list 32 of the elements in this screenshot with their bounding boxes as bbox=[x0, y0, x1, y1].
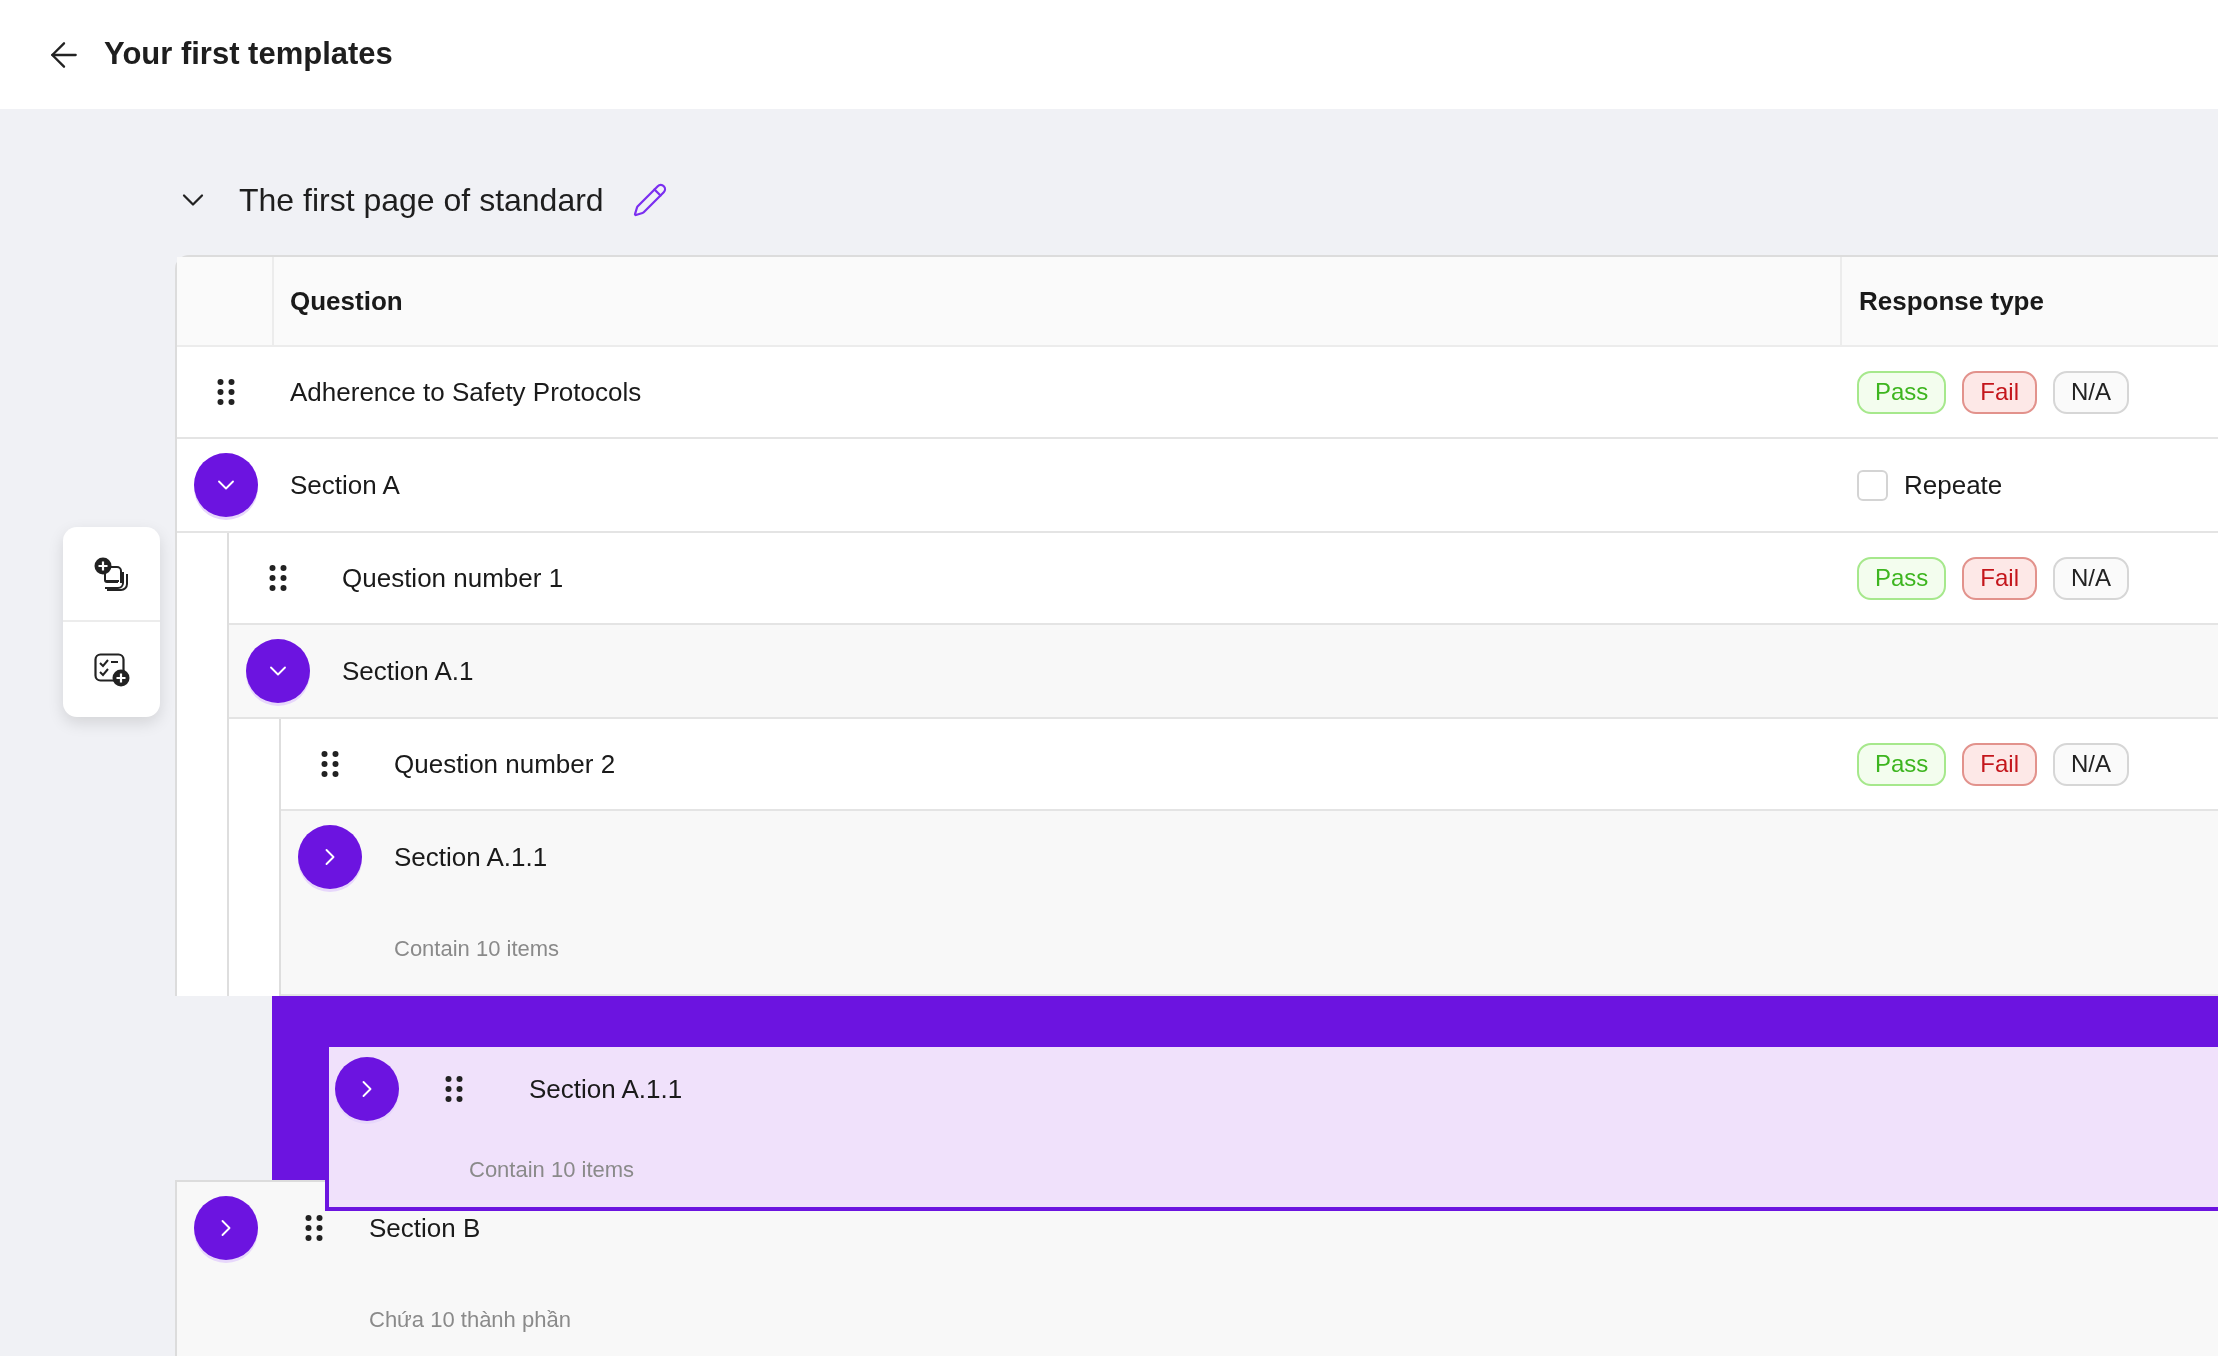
question-text: Adherence to Safety Protocols bbox=[290, 375, 642, 409]
response-chip[interactable]: Fail bbox=[1962, 742, 2038, 786]
page-title: Your first templates bbox=[104, 35, 393, 74]
column-header: Response type bbox=[1859, 284, 2044, 318]
response-chip[interactable]: Fail bbox=[1962, 370, 2038, 414]
drag-handle-icon[interactable] bbox=[268, 564, 287, 592]
expand-toggle[interactable] bbox=[335, 1057, 399, 1121]
response-chip[interactable]: N/A bbox=[2053, 742, 2130, 786]
column-header: Question bbox=[290, 284, 403, 318]
response-chip[interactable]: N/A bbox=[2053, 556, 2130, 600]
checklist-plus-icon bbox=[93, 652, 130, 687]
section-title: Section A.1.1 bbox=[528, 1072, 683, 1106]
response-chip[interactable]: Fail bbox=[1962, 556, 2038, 600]
item-count: Contain 10 items bbox=[469, 1155, 635, 1184]
checkbox[interactable] bbox=[1857, 469, 1888, 501]
item-count: Chứa 10 thành phần bbox=[369, 1306, 571, 1334]
section-title: Section A.1 bbox=[342, 654, 474, 688]
response-chip[interactable]: N/A bbox=[2053, 370, 2130, 414]
drag-handle-icon[interactable] bbox=[305, 1214, 323, 1242]
pencil-icon[interactable] bbox=[631, 182, 668, 218]
stacked-pages-plus-icon bbox=[92, 556, 131, 591]
drag-handle-icon[interactable] bbox=[216, 378, 235, 406]
drag-handle-icon[interactable] bbox=[445, 1075, 463, 1103]
section-title: Section B bbox=[369, 1211, 481, 1245]
section-title: Section A.1.1 bbox=[394, 840, 548, 874]
drag-handle-icon[interactable] bbox=[320, 750, 339, 778]
section-title: Section A bbox=[290, 468, 400, 502]
item-count: Contain 10 items bbox=[394, 935, 560, 963]
section-page-title: The first page of standard bbox=[239, 181, 604, 220]
repeat-label: Repeate bbox=[1904, 468, 2003, 502]
question-text: Question number 1 bbox=[342, 561, 564, 595]
question-text: Question number 2 bbox=[394, 747, 616, 781]
